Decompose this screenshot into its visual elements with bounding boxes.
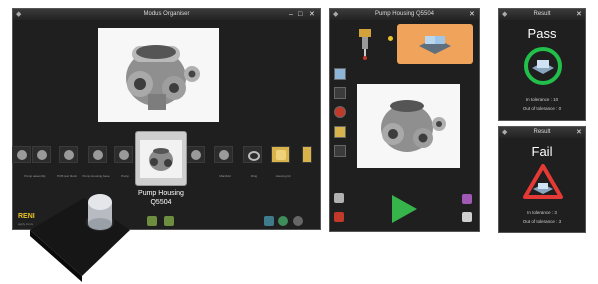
selected-part-card[interactable] [135,131,187,186]
result-fail-titlebar: Result [499,127,585,138]
selected-part-code: Q5504 [150,199,172,206]
result-fail-title: Result [533,129,551,135]
thumb-3[interactable] [88,146,107,163]
side-tool-5[interactable] [334,145,346,157]
tools-icon[interactable] [462,212,472,222]
probe-icon[interactable] [350,27,380,61]
report-icon[interactable] [462,194,472,204]
tool-config-icon[interactable] [334,212,344,222]
fail-in-tolerance: In tolerance : 3 [527,210,557,215]
help-icon[interactable] [278,216,288,226]
thumb-4[interactable] [114,146,133,163]
pass-status: Pass [527,26,557,41]
fail-status: Fail [531,144,553,159]
program-part-picture [357,84,460,168]
result-pass-titlebar: Result [499,9,585,20]
search-icon[interactable] [264,216,274,226]
program-title: Pump Housing Q5504 [374,11,435,17]
organiser-title: Modus Organiser [143,11,190,17]
close-icon[interactable]: ✕ [309,9,315,20]
thumb-label-7: Ring [250,174,258,178]
result-pass-close-icon[interactable]: ✕ [576,9,582,20]
fixture-icon [419,36,451,54]
probe-calibrate-icon[interactable] [334,193,344,203]
part-preview-image [98,28,219,122]
result-pass-title: Result [533,11,551,17]
program-close-icon[interactable]: ✕ [469,9,475,20]
pass-badge-icon [524,47,562,85]
thumb-label-6: Manifold [219,174,231,178]
thumb-10[interactable] [302,146,312,163]
part-setup-button[interactable] [397,24,473,64]
thumb-0[interactable] [12,146,31,163]
thumb-2[interactable] [59,146,78,163]
thumb-1[interactable] [32,146,51,163]
program-part-image [357,84,460,168]
thumb-label-1: PCB test block [57,174,77,178]
joystick-controller-image [30,194,130,282]
pass-out-tolerance: Out of tolerance : 0 [522,106,562,111]
thumb-label-0: Pump assembly [24,174,46,178]
thumb-label-2: Pump Housing base [82,174,110,178]
run-button[interactable] [389,193,419,225]
thumb-7[interactable] [214,146,233,163]
side-tool-1[interactable] [334,68,346,80]
thumb-label-10: Housing lid [275,174,291,178]
selected-part-name: Pump Housing [138,190,184,197]
thumb-8[interactable] [243,146,262,163]
fail-out-tolerance: Out of tolerance : 3 [522,219,562,224]
settings-icon[interactable] [293,216,303,226]
selected-part-image [140,140,182,178]
program-logo-icon: ◆ [333,11,339,18]
side-tool-3[interactable] [334,106,346,118]
result-fail-window: Result ◆ ✕ Fail In tolerance : 3 Out of … [498,126,586,233]
maximize-icon[interactable]: □ [298,9,302,20]
result-pass-logo-icon: ◆ [502,11,508,18]
side-tool-2[interactable] [334,87,346,99]
fail-badge-icon [523,164,563,199]
result-fail-logo-icon: ◆ [502,129,508,136]
result-fail-close-icon[interactable]: ✕ [576,127,582,138]
result-pass-window: Result ◆ ✕ Pass In tolerance : 10 Out of… [498,8,586,121]
program-titlebar: Pump Housing Q5504 [330,9,479,20]
pass-in-tolerance: In tolerance : 10 [525,97,559,102]
edit-program-icon[interactable] [164,216,174,226]
thumb-9[interactable] [271,146,290,163]
logo-icon: ◆ [16,11,22,18]
minimize-icon[interactable]: – [289,9,293,20]
status-dot [388,36,393,41]
organiser-titlebar: Modus Organiser [13,9,320,20]
side-tool-4[interactable] [334,126,346,138]
thumb-6[interactable] [186,146,205,163]
pump-housing-picture [98,28,219,122]
add-program-icon[interactable] [147,216,157,226]
